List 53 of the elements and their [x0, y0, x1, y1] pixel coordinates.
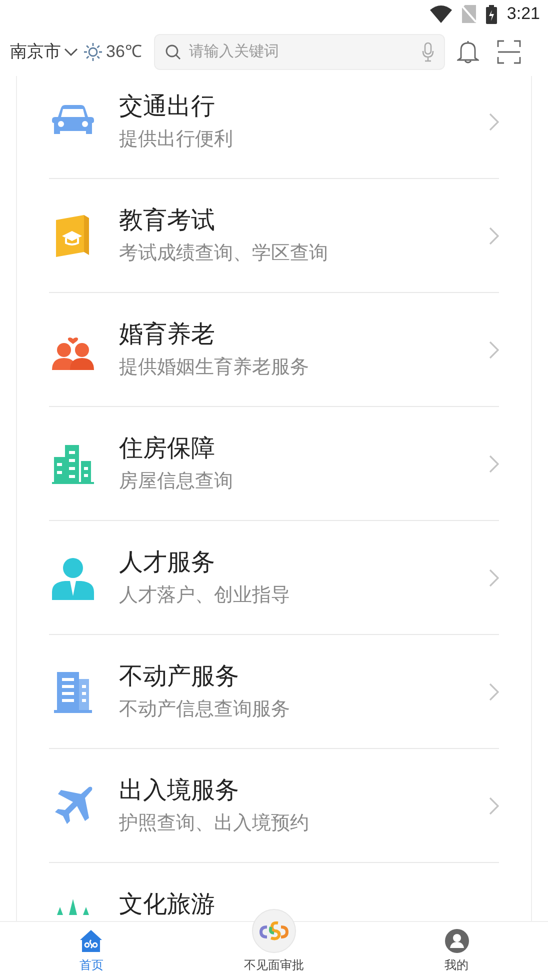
- service-title: 交通出行: [119, 92, 216, 122]
- service-item[interactable]: 住房保障 房屋信息查询: [49, 407, 499, 521]
- battery-icon: [486, 4, 497, 24]
- chevron-right-icon: [489, 569, 499, 587]
- chevron-right-icon: [489, 683, 499, 701]
- search-field[interactable]: 请输入关键词: [188, 40, 414, 64]
- service-subtitle: 提供出行便利: [119, 128, 234, 152]
- chevron-down-icon: [64, 48, 78, 56]
- service-item[interactable]: 教育考试 考试成绩查询、学区查询: [49, 179, 499, 293]
- book-icon: [54, 214, 92, 258]
- user-icon: [444, 929, 469, 953]
- buildings-icon: [51, 443, 95, 485]
- service-item[interactable]: 不动产服务 不动产信息查询服务: [49, 635, 499, 749]
- notification-button[interactable]: [456, 40, 479, 64]
- nav-tab[interactable]: 我的: [365, 921, 548, 977]
- service-item[interactable]: 人才服务 人才落户、创业指导: [49, 521, 499, 635]
- service-subtitle: 房屋信息查询: [119, 470, 234, 494]
- chevron-right-icon: [489, 113, 499, 131]
- search-bar[interactable]: 请输入关键词: [154, 34, 445, 70]
- service-title: 教育考试: [119, 206, 216, 236]
- scan-icon: [496, 40, 521, 64]
- home-icon: [79, 929, 104, 953]
- no-sim-icon: [462, 5, 476, 23]
- service-subtitle: 人才落户、创业指导: [119, 584, 291, 608]
- service-item[interactable]: 婚育养老 提供婚姻生育养老服务: [49, 293, 499, 407]
- service-subtitle: 考试成绩查询、学区查询: [119, 242, 329, 266]
- chevron-right-icon: [489, 341, 499, 359]
- search-icon: [164, 44, 181, 60]
- office-building-icon: [53, 671, 93, 713]
- wifi-icon: [430, 5, 452, 23]
- sun-icon: [84, 43, 102, 61]
- service-subtitle: 不动产信息查询服务: [119, 698, 291, 722]
- service-title: 出入境服务: [119, 776, 240, 806]
- person-icon: [51, 556, 95, 600]
- city-selector[interactable]: 南京市: [10, 39, 78, 65]
- chevron-right-icon: [489, 455, 499, 473]
- temperature: 36℃: [106, 41, 142, 64]
- service-title: 人才服务: [119, 548, 216, 578]
- bell-icon: [456, 40, 479, 64]
- service-title: 文化旅游: [119, 890, 216, 920]
- service-subtitle: 提供婚姻生育养老服务: [119, 356, 310, 380]
- service-title: 婚育养老: [119, 320, 216, 350]
- chevron-right-icon: [489, 797, 499, 815]
- service-title: 不动产服务: [119, 662, 240, 692]
- status-time: 3:21: [506, 3, 540, 26]
- scan-button[interactable]: [496, 40, 521, 64]
- service-subtitle: 护照查询、出入境预约: [119, 812, 310, 836]
- service-title: 住房保障: [119, 434, 216, 464]
- service-item[interactable]: 出入境服务 护照查询、出入境预约: [49, 749, 499, 863]
- nav-tab[interactable]: 首页: [0, 921, 183, 977]
- chevron-right-icon: [489, 227, 499, 245]
- service-item[interactable]: 交通出行 提供出行便利: [49, 76, 499, 179]
- microphone-icon: [422, 42, 434, 62]
